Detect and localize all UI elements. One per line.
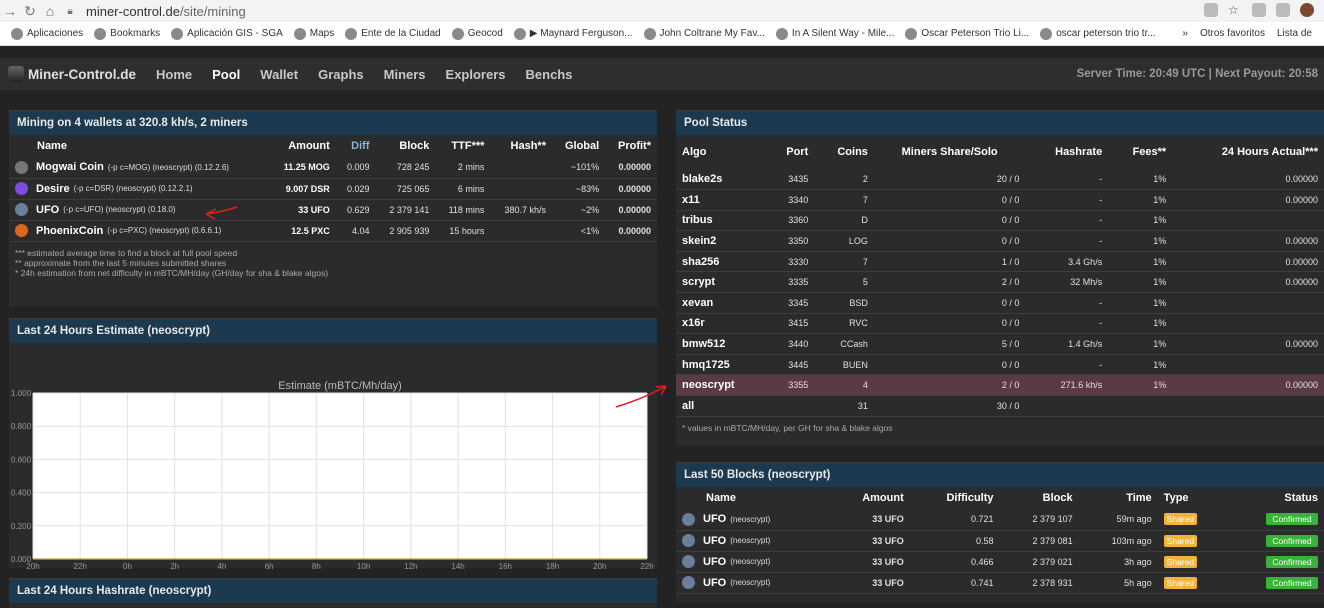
annotation-overlay — [205, 206, 667, 408]
annotation-arrow-neoscrypt — [615, 385, 667, 408]
annotation-arrow-ufo — [205, 206, 238, 220]
